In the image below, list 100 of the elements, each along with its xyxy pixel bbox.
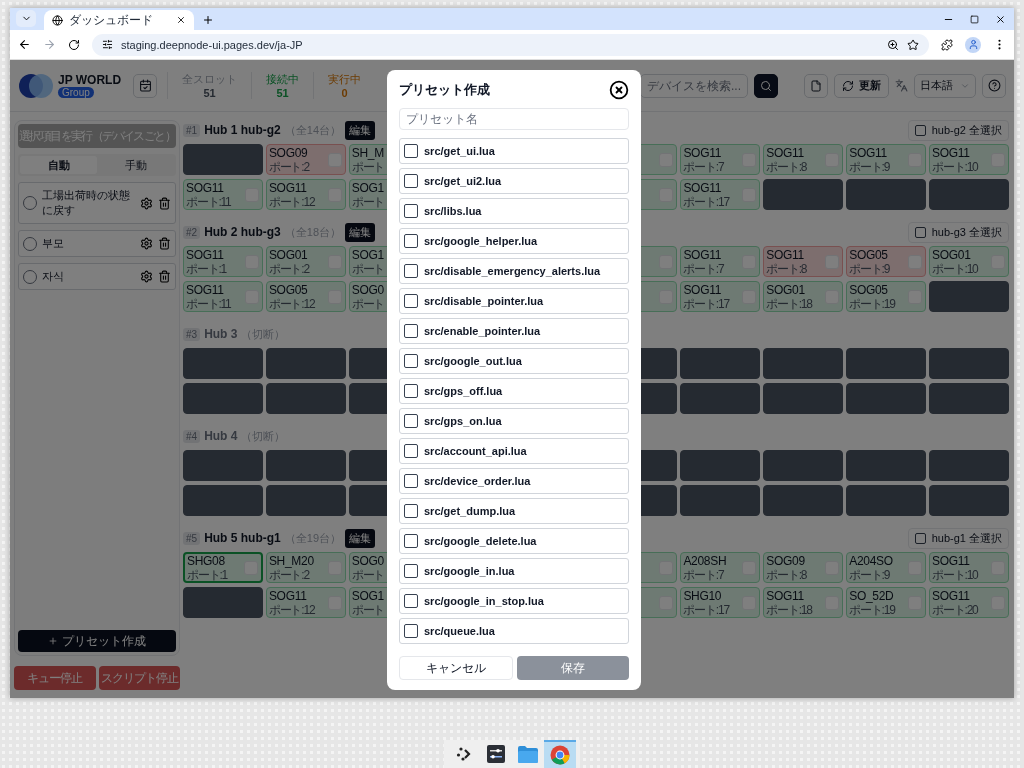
port-label: ポート:8 <box>766 159 807 174</box>
device-name: SOG0 <box>351 553 384 568</box>
port-label: ポート:7 <box>683 567 724 582</box>
script-name: src/get_ui2.lua <box>424 175 502 187</box>
script-name: src/google_helper.lua <box>424 235 538 247</box>
device-name: SOG01 <box>932 247 971 262</box>
port-label: ポート:10 <box>932 159 978 174</box>
script-name: src/google_in_stop.lua <box>424 595 544 607</box>
device-name: SOG11 <box>766 145 804 160</box>
device-name: SOG1 <box>351 588 384 603</box>
device-name: SOG11 <box>268 180 307 195</box>
device-name: SOG11 <box>186 247 224 262</box>
port-label: ポート:7 <box>683 261 724 276</box>
device-name: SOG11 <box>683 145 722 160</box>
stat-value: 0 <box>341 87 348 99</box>
device-name: SOG05 <box>849 247 888 262</box>
port-label: ポート <box>351 159 385 174</box>
hub-number: #4 <box>183 429 201 443</box>
port-label: ポート:11 <box>186 194 231 209</box>
script-name: src/enable_pointer.lua <box>424 325 541 337</box>
port-label: ポート:17 <box>683 602 729 617</box>
script-name: src/google_delete.lua <box>424 535 537 547</box>
device-name: SOG11 <box>766 588 804 603</box>
device-name: SOG11 <box>268 588 307 603</box>
device-name: SH_M <box>351 145 384 160</box>
device-name: SH_M20 <box>268 553 314 568</box>
device-name: SHG10 <box>683 588 722 603</box>
script-name: src/get_ui.lua <box>424 145 495 157</box>
device-name: SOG11 <box>932 145 970 160</box>
stat-value: 51 <box>276 87 289 99</box>
port-label: ポート:17 <box>683 296 729 311</box>
device-name: SOG1 <box>351 180 384 195</box>
preset-label: 자식 <box>42 269 65 284</box>
script-name: src/disable_emergency_alerts.lua <box>424 265 601 277</box>
script-name: src/device_order.lua <box>424 475 531 487</box>
device-name: SOG0 <box>351 282 384 297</box>
device-name: SOG11 <box>683 247 722 262</box>
device-name: SOG09 <box>766 553 805 568</box>
hub-title: Hub 4 <box>204 429 238 443</box>
device-name: SOG01 <box>766 282 805 297</box>
device-name: SHG08 <box>187 553 225 568</box>
port-label: ポート:17 <box>683 194 729 209</box>
script-name: src/disable_pointer.lua <box>424 295 544 307</box>
hub-number: #1 <box>183 123 201 137</box>
device-name: SOG09 <box>268 145 308 160</box>
port-label: ポート:1 <box>186 261 226 276</box>
port-label: ポート:19 <box>849 296 895 311</box>
port-label: ポート <box>351 194 385 209</box>
script-name: src/gps_off.lua <box>424 385 503 397</box>
script-name: src/gps_on.lua <box>424 415 502 427</box>
hub-title: Hub 3 <box>204 327 238 341</box>
stat-value: 51 <box>203 87 216 99</box>
dialog-title: プリセット作成 <box>399 81 490 99</box>
preset-label: 부모 <box>42 236 65 251</box>
script-name: src/get_dump.lua <box>424 505 516 517</box>
port-label: ポート <box>351 602 385 617</box>
port-label: ポート:19 <box>849 602 895 617</box>
tab-title: ダッシュボード <box>69 11 154 29</box>
port-label: ポート:2 <box>268 261 309 276</box>
script-name: src/queue.lua <box>424 625 495 637</box>
port-label: ポート:8 <box>766 567 807 582</box>
brand-badge: Group <box>58 87 94 98</box>
device-name: SOG11 <box>186 282 224 297</box>
device-name: SOG01 <box>268 247 308 262</box>
script-name: src/libs.lua <box>424 205 482 217</box>
device-name: SOG11 <box>683 282 722 297</box>
url-text: staging.deepnode-ui.pages.dev/ja-JP <box>121 38 304 51</box>
port-label: ポート <box>351 296 385 311</box>
port-label: ポート:8 <box>766 261 807 276</box>
device-name: A204SO <box>849 553 893 568</box>
stat-label: 実行中 <box>328 72 362 87</box>
stat-label: 接続中 <box>266 72 300 87</box>
port-label: ポート:2 <box>268 159 309 174</box>
device-name: SOG1 <box>351 247 384 262</box>
port-label: ポート:10 <box>932 261 978 276</box>
script-name: src/google_out.lua <box>424 355 522 367</box>
port-label: ポート:1 <box>187 567 227 582</box>
script-name: src/account_api.lua <box>424 445 527 457</box>
port-label: ポート:7 <box>683 159 724 174</box>
device-name: SOG11 <box>186 180 224 195</box>
device-name: SOG11 <box>683 180 722 195</box>
hub-title: Hub 2 hub-g3 <box>204 225 281 239</box>
port-label: ポート:12 <box>268 194 315 209</box>
port-label: ポート:18 <box>766 296 812 311</box>
hub-number: #5 <box>183 531 201 545</box>
device-name: SO_52D <box>849 588 894 603</box>
device-name: SOG11 <box>849 145 887 160</box>
hub-title: Hub 1 hub-g2 <box>204 123 281 137</box>
port-label: ポート <box>351 567 385 582</box>
hub-number: #3 <box>183 327 201 341</box>
device-name: SOG05 <box>849 282 888 297</box>
script-name: src/google_in.lua <box>424 565 515 577</box>
port-label: ポート:12 <box>268 296 315 311</box>
port-label: ポート:18 <box>766 602 812 617</box>
device-name: SOG05 <box>268 282 308 297</box>
hub-number: #2 <box>183 225 201 239</box>
port-label: ポート:2 <box>268 567 309 582</box>
hub-title: Hub 5 hub-g1 <box>204 531 281 545</box>
device-name: SOG11 <box>932 553 970 568</box>
port-label: ポート:9 <box>849 261 890 276</box>
